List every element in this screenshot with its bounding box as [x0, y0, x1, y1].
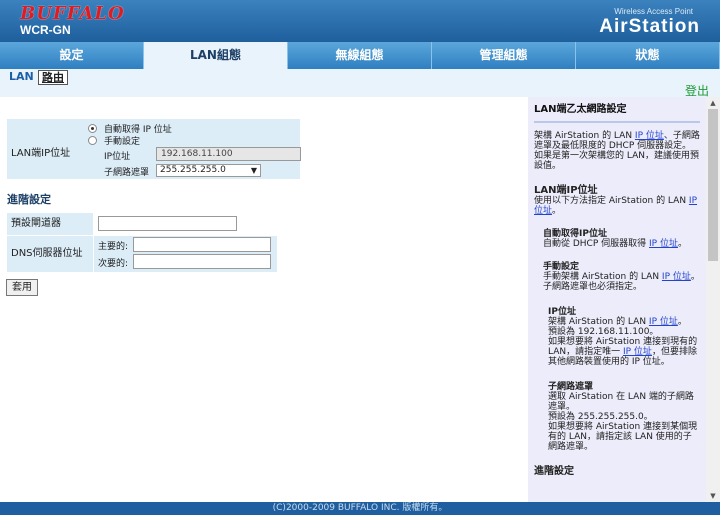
model-name: WCR-GN: [20, 23, 71, 37]
help-panel: LAN端乙太網路設定 架構 AirStation 的 LAN IP 位址、子網路…: [528, 97, 706, 502]
main-nav: 設定 LAN組態 無線組態 管理組態 狀態: [0, 42, 720, 69]
help-ip-text: 架構 AirStation 的 LAN IP 位址。 預設為 192.168.1…: [534, 317, 700, 367]
help-ip-text-1: 架構 AirStation 的 LAN: [548, 317, 649, 327]
help-manual-title: 手動設定: [543, 262, 580, 272]
tab-admin-config[interactable]: 管理組態: [432, 42, 576, 69]
help-mask-text-2: 預設為 255.255.255.0。: [548, 412, 653, 422]
header-bar: BUFFALO WCR-GN Wireless Access Point Air…: [0, 0, 720, 42]
help-ip-text-2: 。: [677, 317, 687, 327]
dns-secondary-label: 次要的:: [98, 259, 129, 269]
tab-setup[interactable]: 設定: [0, 42, 144, 69]
subnet-mask-select[interactable]: 255.255.255.0 ▼: [156, 164, 261, 177]
help-mask-text-3: 如果想要將 AirStation 連接到某個現有的 LAN，請指定該 LAN 使…: [548, 422, 698, 452]
radio-auto-ip[interactable]: [88, 124, 97, 133]
help-manual-text-2: 。: [690, 272, 700, 282]
help-link-auto[interactable]: IP 位址: [649, 239, 678, 249]
lan-ip-panel: LAN端IP位址 自動取得 IP 位址 手動設定 IP位址 192.168.11…: [7, 119, 301, 179]
apply-button[interactable]: 套用: [6, 279, 38, 296]
help-intro: 架構 AirStation 的 LAN IP 位址、子網路遮罩及最低限度的 DH…: [534, 131, 700, 171]
help-link-ip-1[interactable]: IP 位址: [649, 317, 678, 327]
lan-ip-label: LAN端IP位址: [11, 148, 71, 159]
dns-row: DNS伺服器位址 主要的: 次要的:: [7, 236, 277, 272]
help-manual-text: 手動架構 AirStation 的 LAN IP 位址。 子網路遮罩也必須指定。: [534, 272, 700, 292]
dns-primary-label: 主要的:: [98, 242, 129, 252]
help-intro-text-3: 如果是第一次架構您的 LAN，建議使用預設值。: [534, 151, 699, 171]
sub-nav: LAN 路由 登出: [0, 69, 720, 98]
help-lanip-text-2: 。: [552, 206, 562, 216]
radio-manual-ip-label: 手動設定: [104, 137, 141, 147]
help-link-manual[interactable]: IP 位址: [662, 272, 691, 282]
scroll-up-icon[interactable]: ▲: [706, 97, 720, 109]
scroll-thumb[interactable]: [708, 109, 718, 261]
gateway-label: 預設閘道器: [7, 213, 93, 235]
help-ip-title: IP位址: [548, 307, 576, 317]
product-subtitle: Wireless Access Point: [614, 7, 693, 16]
help-mask-text: 選取 AirStation 在 LAN 端的子網路遮罩。 預設為 255.255…: [534, 392, 700, 452]
help-auto-title: 自動取得IP位址: [543, 229, 607, 239]
subtab-route[interactable]: 路由: [38, 70, 68, 85]
dns-secondary-input[interactable]: [133, 254, 271, 269]
help-manual-text-3: 子網路遮罩也必須指定。: [543, 282, 643, 292]
help-lanip-text-1: 使用以下方法指定 AirStation 的 LAN: [534, 196, 689, 206]
help-title: LAN端乙太網路設定: [534, 104, 627, 115]
help-adv-title: 進階設定: [534, 466, 574, 477]
dns-fields-bg: 主要的: 次要的:: [94, 236, 277, 272]
help-auto-text: 自動從 DHCP 伺服器取得 IP 位址。: [534, 239, 700, 249]
subnet-mask-value: 255.255.255.0: [160, 165, 226, 175]
help-ip-text-3: 預設為 192.168.11.100。: [548, 327, 659, 337]
ip-address-label: IP位址: [104, 152, 131, 162]
chevron-down-icon: ▼: [250, 166, 257, 175]
subnet-mask-label: 子網路遮罩: [104, 168, 150, 178]
ip-address-field[interactable]: 192.168.11.100: [156, 147, 301, 161]
help-mask-title: 子網路遮罩: [548, 382, 594, 392]
help-intro-text: 架構 AirStation 的 LAN: [534, 131, 635, 141]
gateway-row: 預設閘道器: [7, 213, 277, 235]
tab-status[interactable]: 狀態: [576, 42, 720, 69]
copyright-footer: (C)2000-2009 BUFFALO INC. 版權所有。: [0, 502, 720, 515]
help-auto-text-2: 。: [677, 239, 687, 249]
brand-logo: BUFFALO: [20, 3, 125, 24]
product-logo: AirStation: [599, 16, 700, 37]
help-link-ip-2[interactable]: IP 位址: [623, 347, 652, 357]
help-scrollbar[interactable]: ▲ ▼: [706, 97, 720, 502]
help-manual-text-1: 手動架構 AirStation 的 LAN: [543, 272, 662, 282]
subtab-lan[interactable]: LAN: [6, 70, 37, 85]
radio-manual-ip[interactable]: [88, 136, 97, 145]
help-lanip-text: 使用以下方法指定 AirStation 的 LAN IP 位址。: [534, 196, 700, 216]
help-lanip-title: LAN端IP位址: [534, 185, 598, 196]
help-auto-text-1: 自動從 DHCP 伺服器取得: [543, 239, 649, 249]
dns-primary-input[interactable]: [133, 237, 271, 252]
tab-lan-config[interactable]: LAN組態: [144, 42, 288, 69]
help-mask-text-1: 選取 AirStation 在 LAN 端的子網路遮罩。: [548, 392, 694, 412]
scroll-down-icon[interactable]: ▼: [706, 490, 720, 502]
dns-label: DNS伺服器位址: [7, 236, 93, 272]
help-divider: [534, 121, 700, 123]
advanced-settings-title: 進階設定: [7, 193, 51, 206]
gateway-input[interactable]: [98, 216, 237, 231]
help-link-ip-address[interactable]: IP 位址: [635, 131, 664, 141]
tab-wireless-config[interactable]: 無線組態: [288, 42, 432, 69]
